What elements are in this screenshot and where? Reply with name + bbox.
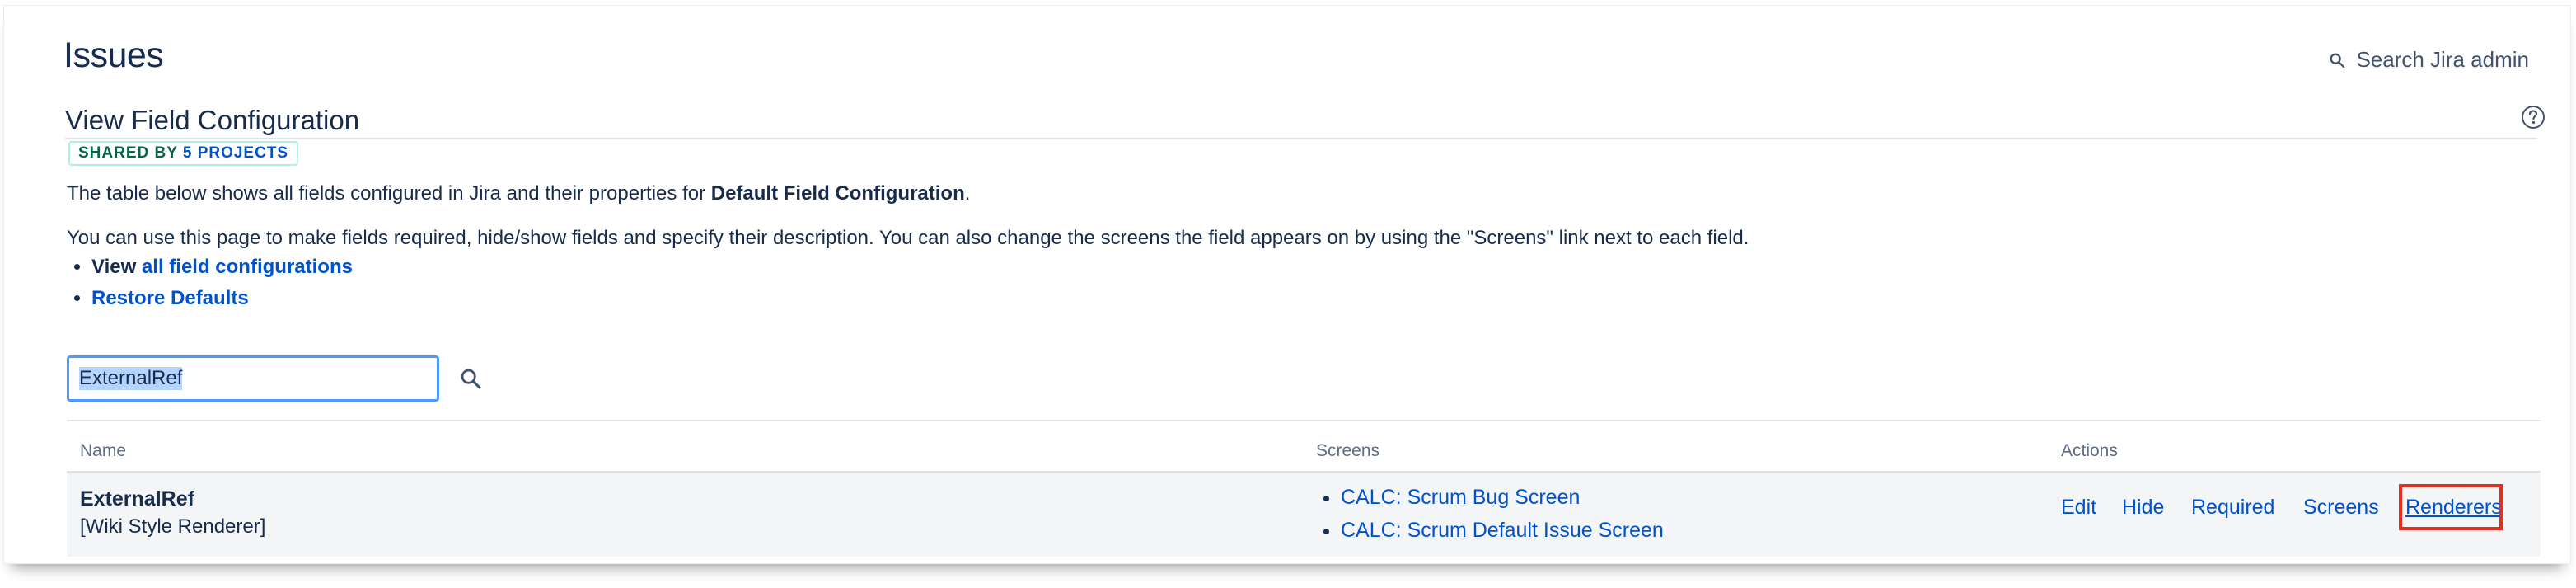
link-item-restore: Restore Defaults (91, 283, 353, 314)
column-header-screens: Screens (1316, 441, 1380, 460)
field-actions: Edit Hide Required Screens Renderers (67, 473, 2541, 557)
config-name: Default Field Configuration (710, 182, 965, 205)
link-item-view-all: View all field configurations (91, 252, 353, 283)
shared-by-badge: SHARED BY 5 PROJECTS (68, 141, 299, 166)
table-row: ExternalRef [Wiki Style Renderer] CALC: … (67, 473, 2541, 557)
field-filter-input[interactable]: ExternalRef (67, 355, 439, 402)
renderers-action-link[interactable]: Renderers (2405, 496, 2502, 520)
table-top-divider (67, 420, 2541, 421)
shared-by-label: SHARED BY (78, 144, 178, 162)
section-title: View Field Configuration (65, 105, 360, 135)
config-description-suffix: . (964, 182, 971, 205)
search-jira-admin-label: Search Jira admin (2356, 47, 2529, 72)
edit-action-link[interactable]: Edit (2061, 496, 2096, 520)
screens-action-link[interactable]: Screens (2303, 496, 2379, 520)
column-header-name: Name (80, 441, 127, 460)
page-title: Issues (63, 35, 164, 75)
search-icon[interactable] (459, 367, 482, 390)
shared-projects-count[interactable]: 5 PROJECTS (183, 144, 288, 162)
restore-defaults-link[interactable]: Restore Defaults (91, 287, 249, 309)
help-icon[interactable] (2521, 105, 2546, 129)
view-label: View (91, 256, 142, 278)
usage-description: You can use this page to make fields req… (67, 227, 1749, 249)
config-description: The table below shows all fields configu… (67, 182, 970, 205)
field-filter-value: ExternalRef (79, 367, 183, 390)
required-action-link[interactable]: Required (2191, 496, 2274, 520)
search-jira-admin-link[interactable]: Search Jira admin (2328, 47, 2529, 73)
hide-action-link[interactable]: Hide (2122, 496, 2164, 520)
config-description-text: The table below shows all fields configu… (67, 182, 711, 205)
admin-page-frame: Issues Search Jira admin View Field Conf… (3, 5, 2571, 564)
all-field-configurations-link[interactable]: all field configurations (142, 256, 353, 278)
search-icon (2330, 53, 2345, 68)
column-header-actions: Actions (2061, 441, 2118, 460)
config-links: View all field configurations Restore De… (67, 252, 353, 314)
section-divider (65, 138, 2537, 139)
